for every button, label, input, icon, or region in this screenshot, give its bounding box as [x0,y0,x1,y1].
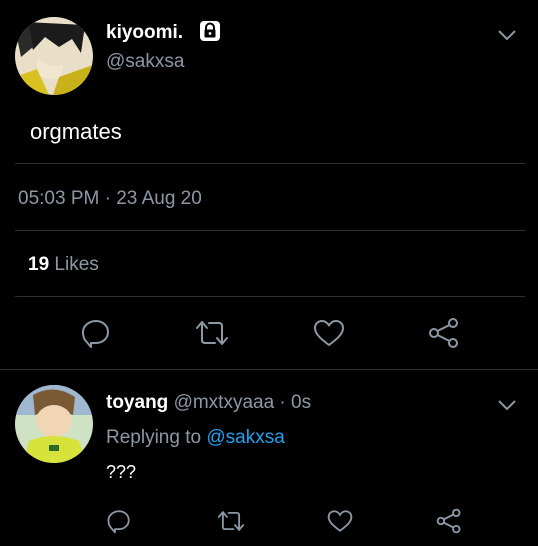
divider [15,230,525,231]
replying-handle-link[interactable]: @sakxsa [206,427,284,448]
reply-display-name[interactable]: toyang [106,392,168,413]
share-icon[interactable] [427,317,461,349]
retweet-icon[interactable] [215,508,247,534]
like-icon[interactable] [312,317,346,349]
reply-icon[interactable] [80,317,112,349]
tweet-text: orgmates [30,119,122,144]
divider [15,296,525,297]
retweet-icon[interactable] [193,317,231,349]
reply-avatar[interactable] [15,385,93,463]
reply-text: ??? [106,462,137,482]
divider [15,163,525,164]
like-icon[interactable] [326,508,354,534]
share-icon[interactable] [435,508,463,534]
replying-to: Replying to @sakxsa [106,427,285,449]
reply-handle-time[interactable]: @mxtxyaaa · 0s [174,392,312,413]
replying-prefix: Replying to [106,427,202,448]
reply-header: toyang @mxtxyaaa · 0s [106,392,311,414]
chevron-down-icon[interactable] [496,396,518,414]
lock-icon [198,19,222,43]
likes-count: 19 [28,254,50,275]
chevron-down-icon[interactable] [496,26,518,44]
main-handle[interactable]: @sakxsa [106,51,184,73]
likes-label: Likes [54,254,99,275]
tweet-timestamp[interactable]: 05:03 PM · 23 Aug 20 [18,188,202,210]
main-display-name[interactable]: kiyoomi. [106,22,183,44]
reply-icon[interactable] [106,508,132,534]
divider [0,369,538,370]
main-avatar[interactable] [15,17,93,95]
likes-stat[interactable]: 19 Likes [28,254,99,276]
